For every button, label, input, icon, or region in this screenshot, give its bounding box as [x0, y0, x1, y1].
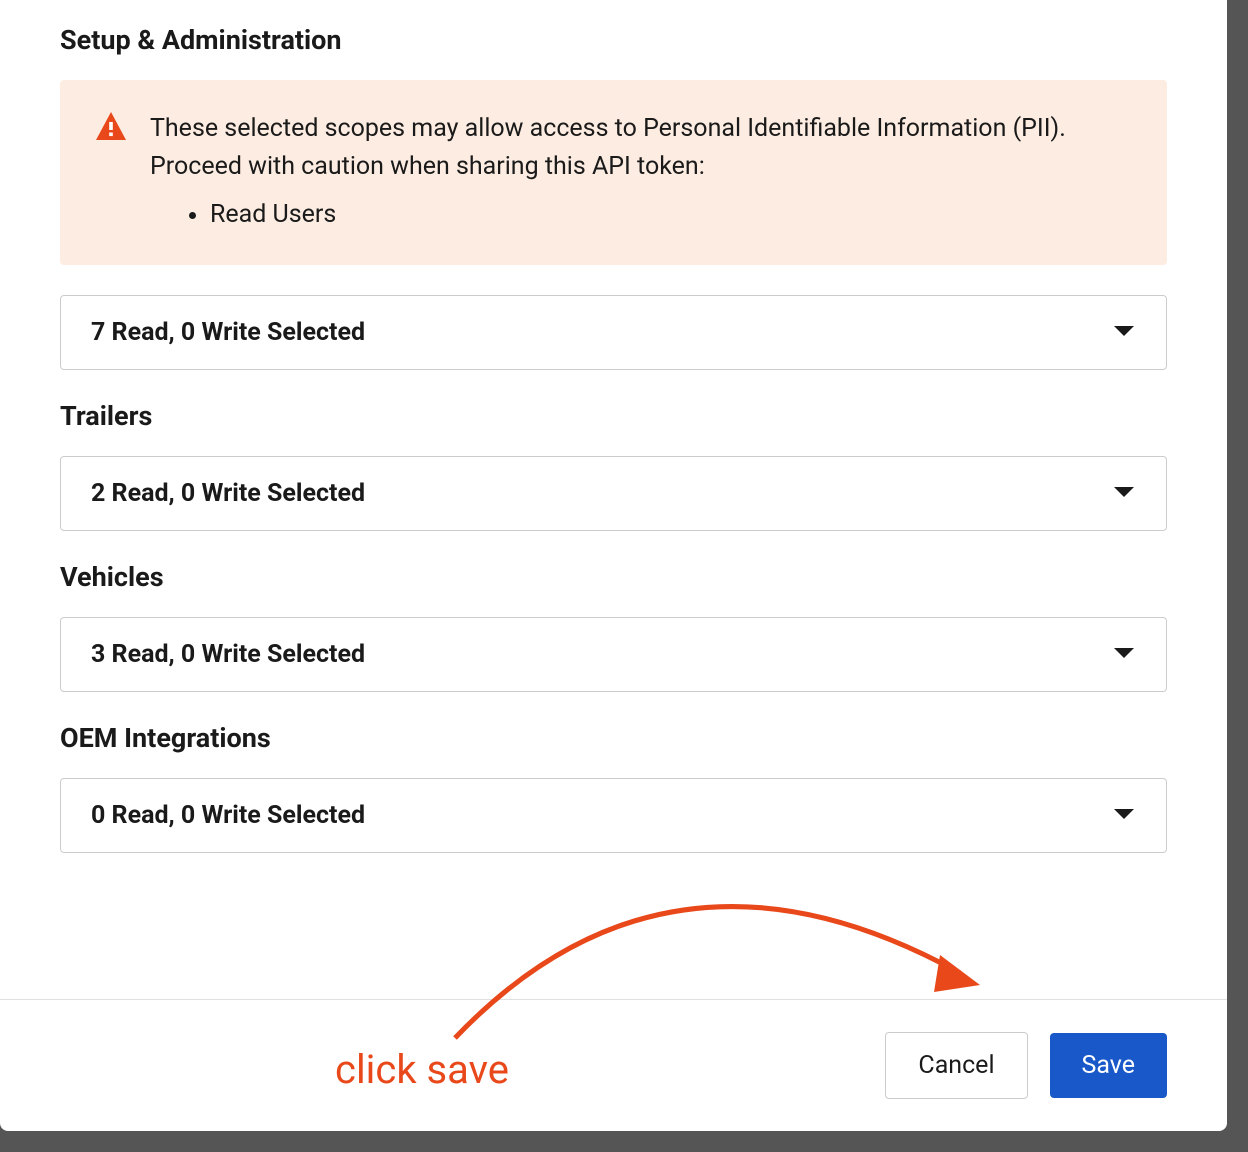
warning-banner: These selected scopes may allow access t…	[60, 80, 1167, 265]
scope-section-trailers: Trailers 2 Read, 0 Write Selected	[60, 400, 1167, 531]
scope-section-setup: 7 Read, 0 Write Selected	[60, 295, 1167, 370]
dropdown-label: 7 Read, 0 Write Selected	[91, 318, 365, 347]
warning-icon	[96, 112, 126, 144]
dropdown-oem[interactable]: 0 Read, 0 Write Selected	[60, 778, 1167, 853]
cancel-button[interactable]: Cancel	[885, 1032, 1027, 1099]
modal-body: Setup & Administration These selected sc…	[0, 0, 1227, 999]
chevron-down-icon	[1112, 323, 1136, 342]
chevron-down-icon	[1112, 806, 1136, 825]
chevron-down-icon	[1112, 484, 1136, 503]
save-button[interactable]: Save	[1050, 1033, 1167, 1098]
warning-text: These selected scopes may allow access t…	[150, 110, 1131, 185]
annotation-text: click save	[335, 1046, 509, 1093]
dropdown-label: 3 Read, 0 Write Selected	[91, 640, 365, 669]
dropdown-vehicles[interactable]: 3 Read, 0 Write Selected	[60, 617, 1167, 692]
dropdown-trailers[interactable]: 2 Read, 0 Write Selected	[60, 456, 1167, 531]
dropdown-label: 0 Read, 0 Write Selected	[91, 801, 365, 830]
section-title-setup: Setup & Administration	[60, 24, 1167, 56]
section-title-oem: OEM Integrations	[60, 722, 1167, 754]
chevron-down-icon	[1112, 645, 1136, 664]
dropdown-setup[interactable]: 7 Read, 0 Write Selected	[60, 295, 1167, 370]
warning-list: Read Users	[150, 195, 1131, 235]
section-title-vehicles: Vehicles	[60, 561, 1167, 593]
scope-section-vehicles: Vehicles 3 Read, 0 Write Selected	[60, 561, 1167, 692]
modal-footer: click save Cancel Save	[0, 999, 1227, 1131]
scope-section-oem: OEM Integrations 0 Read, 0 Write Selecte…	[60, 722, 1167, 853]
dropdown-label: 2 Read, 0 Write Selected	[91, 479, 365, 508]
warning-content: These selected scopes may allow access t…	[150, 110, 1131, 235]
modal-container: Setup & Administration These selected sc…	[0, 0, 1227, 1131]
section-title-trailers: Trailers	[60, 400, 1167, 432]
warning-list-item: Read Users	[210, 195, 1131, 235]
